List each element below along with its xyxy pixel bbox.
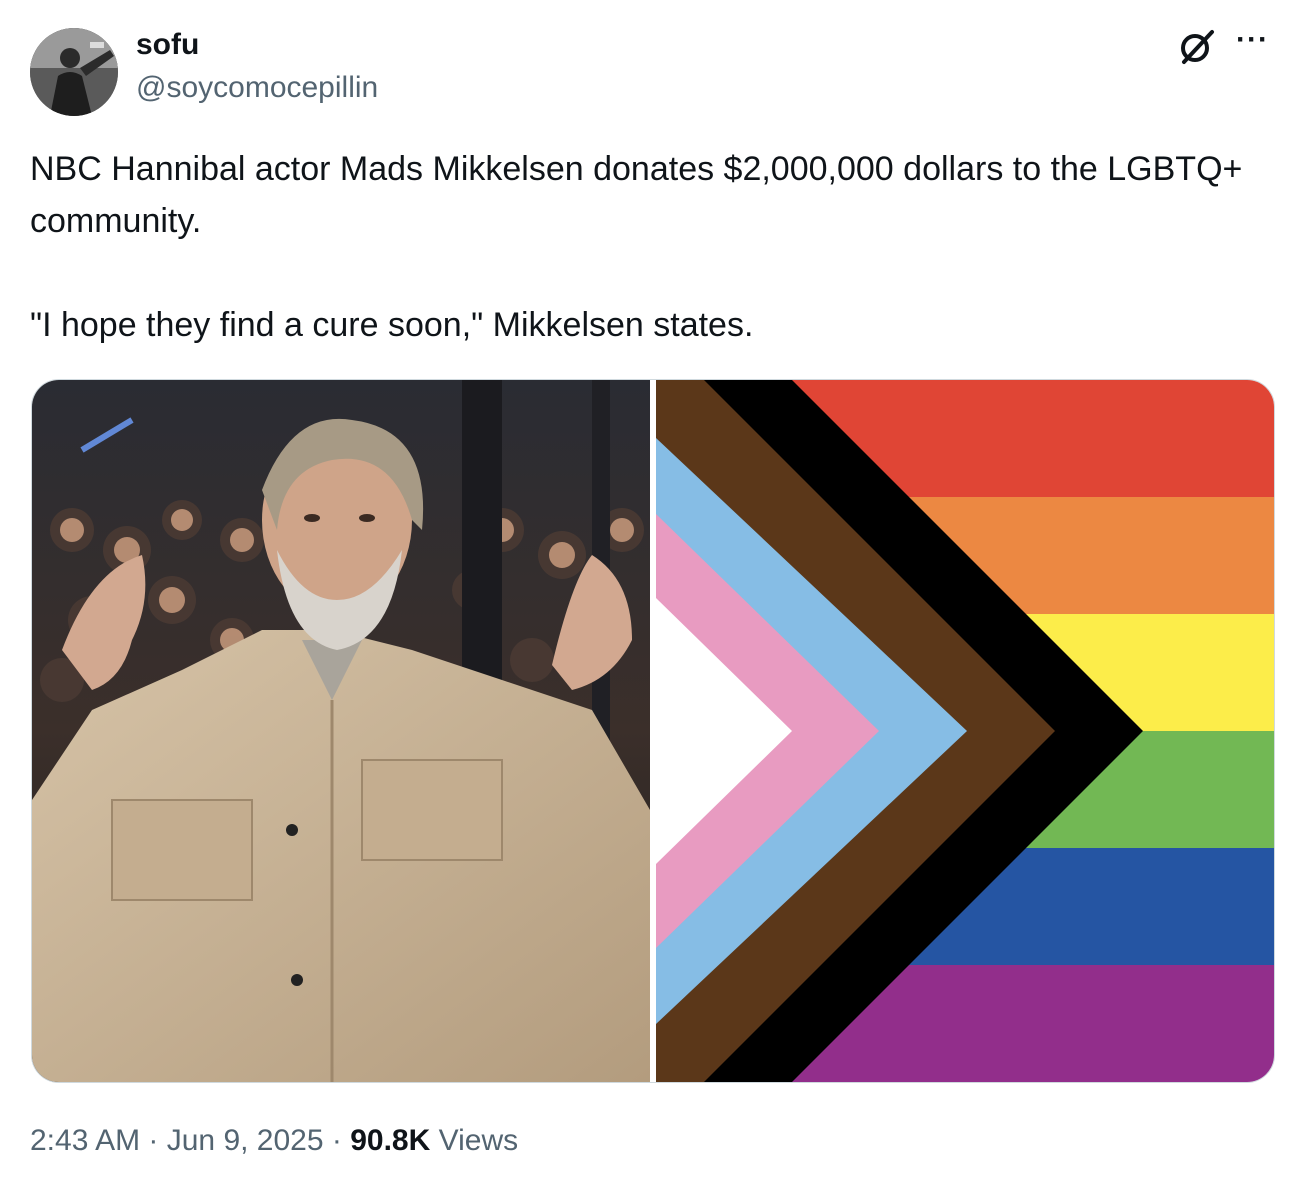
progress-pride-flag[interactable] (656, 380, 1274, 1082)
tweet-meta: 2:43 AM · Jun 9, 2025 · 90.8K Views (30, 1121, 518, 1161)
user-handle[interactable]: @soycomocepillin (136, 71, 378, 105)
tweet-time[interactable]: 2:43 AM (30, 1124, 140, 1157)
views-label: Views (438, 1124, 519, 1157)
meta-separator: · (323, 1124, 351, 1157)
meta-separator: · (140, 1124, 167, 1157)
media-grid[interactable] (31, 379, 1275, 1083)
grok-icon[interactable] (1176, 26, 1218, 68)
avatar[interactable] (30, 28, 118, 116)
media-photo[interactable] (32, 380, 650, 1082)
tweet: sofu @soycomocepillin ··· NBC Hannibal a… (0, 0, 1304, 1188)
views-count: 90.8K (350, 1124, 431, 1157)
avatar-image (30, 28, 118, 116)
more-icon[interactable]: ··· (1236, 25, 1276, 60)
tweet-date[interactable]: Jun 9, 2025 (167, 1124, 324, 1157)
user-display-name[interactable]: sofu (136, 28, 199, 62)
tweet-text: NBC Hannibal actor Mads Mikkelsen donate… (30, 150, 1243, 344)
